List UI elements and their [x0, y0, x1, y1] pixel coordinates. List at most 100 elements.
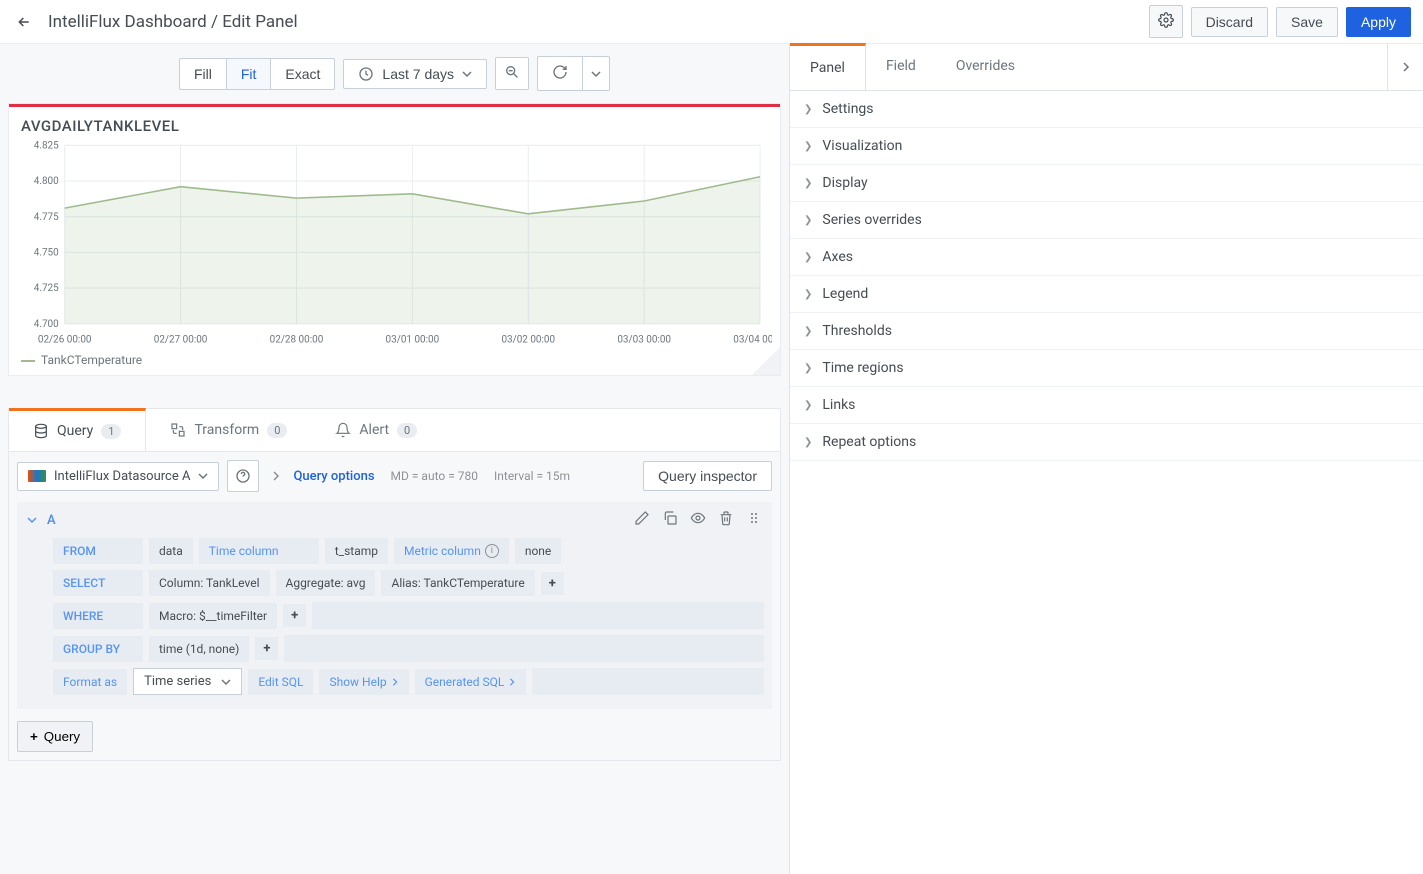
query-body: IntelliFlux Datasource A Query options M… — [8, 451, 781, 761]
tab-field[interactable]: Field — [866, 44, 936, 90]
database-icon — [33, 423, 49, 439]
svg-text:4.725: 4.725 — [34, 283, 59, 294]
from-table[interactable]: data — [149, 538, 193, 564]
legend-color-swatch — [21, 360, 35, 362]
chevron-right-icon: ❯ — [804, 104, 812, 115]
edit-sql-link[interactable]: Edit SQL — [248, 669, 313, 695]
section-repeat-options[interactable]: ❯Repeat options — [790, 424, 1423, 461]
section-label: Legend — [822, 286, 868, 302]
groupby-keyword: GROUP BY — [53, 636, 143, 662]
chevron-right-icon: ❯ — [804, 363, 812, 374]
metric-column-value[interactable]: none — [515, 538, 561, 564]
select-aggregate[interactable]: Aggregate: avg — [276, 570, 376, 596]
refresh-interval-dropdown[interactable] — [582, 56, 610, 91]
transform-icon — [170, 422, 186, 438]
query-tabs: Query 1 Transform 0 Alert 0 — [8, 408, 781, 451]
show-help-link[interactable]: Show Help — [319, 669, 408, 695]
top-header: IntelliFlux Dashboard / Edit Panel Disca… — [0, 0, 1423, 44]
section-series-overrides[interactable]: ❯Series overrides — [790, 202, 1423, 239]
datasource-help-button[interactable] — [227, 460, 259, 492]
time-column-value[interactable]: t_stamp — [325, 538, 388, 564]
where-add-button[interactable]: + — [283, 604, 306, 627]
section-label: Thresholds — [822, 323, 892, 339]
tab-query[interactable]: Query 1 — [9, 408, 146, 451]
format-spacer — [532, 668, 764, 695]
section-thresholds[interactable]: ❯Thresholds — [790, 313, 1423, 350]
groupby-add-button[interactable]: + — [255, 637, 278, 660]
view-mode-group: Fill Fit Exact — [179, 58, 335, 90]
refresh-button[interactable] — [537, 56, 582, 91]
tab-alert[interactable]: Alert 0 — [311, 409, 441, 451]
section-label: Series overrides — [822, 212, 921, 228]
where-macro[interactable]: Macro: $__timeFilter — [149, 603, 277, 629]
tab-transform-label: Transform — [194, 422, 259, 438]
chevron-down-icon[interactable] — [27, 515, 37, 525]
chevron-right-icon: ❯ — [804, 400, 812, 411]
panel-settings-button[interactable] — [1149, 5, 1183, 38]
section-legend[interactable]: ❯ Legend — [790, 276, 1423, 313]
toggle-query-visibility-icon[interactable] — [690, 510, 706, 530]
save-button[interactable]: Save — [1276, 7, 1338, 37]
duplicate-query-icon[interactable] — [662, 510, 678, 530]
drag-handle-icon[interactable] — [746, 510, 762, 530]
chevron-right-icon: ❯ — [804, 252, 812, 263]
tab-overrides[interactable]: Overrides — [936, 44, 1035, 90]
add-query-button[interactable]: + Query — [17, 721, 93, 752]
back-arrow-button[interactable] — [12, 10, 36, 34]
edit-query-icon[interactable] — [634, 510, 650, 530]
section-label: Axes — [822, 249, 853, 265]
time-column-label: Time column — [199, 538, 319, 564]
time-range-picker[interactable]: Last 7 days — [343, 59, 487, 89]
format-as-select[interactable]: Time series — [133, 668, 242, 695]
chevron-right-icon: ❯ — [804, 289, 812, 300]
query-inspector-button[interactable]: Query inspector — [643, 461, 772, 491]
section-links[interactable]: ❯ Links — [790, 387, 1423, 424]
info-icon[interactable]: i — [485, 544, 499, 558]
select-alias[interactable]: Alias: TankCTemperature — [381, 570, 534, 596]
collapse-panel-button[interactable] — [1387, 44, 1423, 90]
view-mode-exact[interactable]: Exact — [270, 58, 335, 90]
query-options-interval: Interval = 15m — [494, 469, 570, 483]
tab-panel[interactable]: Panel — [790, 43, 866, 90]
generated-sql-link[interactable]: Generated SQL — [415, 669, 527, 695]
section-label: Settings — [822, 101, 873, 117]
select-add-button[interactable]: + — [541, 572, 564, 595]
query-options-toggle[interactable]: Query options — [293, 469, 374, 484]
discard-button[interactable]: Discard — [1191, 7, 1268, 37]
from-keyword: FROM — [53, 538, 143, 564]
query-letter[interactable]: A — [47, 513, 56, 528]
section-time-regions[interactable]: ❯Time regions — [790, 350, 1423, 387]
svg-text:03/03 00:00: 03/03 00:00 — [617, 334, 671, 345]
section-axes[interactable]: ❯ Axes — [790, 239, 1423, 276]
section-label: Links — [822, 397, 855, 413]
zoom-out-button[interactable] — [495, 57, 529, 90]
groupby-value[interactable]: time (1d, none) — [149, 636, 249, 662]
chart-plot-area[interactable]: 4.7004.7254.7504.7754.8004.82502/26 00:0… — [9, 139, 780, 349]
datasource-select[interactable]: IntelliFlux Datasource A — [17, 462, 219, 491]
delete-query-icon[interactable] — [718, 510, 734, 530]
time-range-label: Last 7 days — [382, 66, 454, 82]
chevron-right-icon: ❯ — [804, 437, 812, 448]
preview-toolbar: Fill Fit Exact Last 7 days — [0, 44, 789, 103]
select-column[interactable]: Column: TankLevel — [149, 570, 270, 596]
section-label: Display — [822, 175, 867, 191]
section-settings[interactable]: ❯ Settings — [790, 91, 1423, 128]
svg-text:03/01 00:00: 03/01 00:00 — [386, 334, 440, 345]
left-panel: Fill Fit Exact Last 7 days — [0, 44, 789, 874]
tab-alert-count: 0 — [397, 423, 417, 438]
chevron-right-icon: ❯ — [804, 141, 812, 152]
chevron-down-icon — [198, 471, 208, 481]
resize-handle[interactable] — [752, 347, 780, 375]
chart-legend[interactable]: TankCTemperature — [9, 349, 780, 375]
apply-button[interactable]: Apply — [1346, 7, 1411, 37]
bell-icon — [335, 422, 351, 438]
tab-transform[interactable]: Transform 0 — [146, 409, 311, 451]
breadcrumb: IntelliFlux Dashboard / Edit Panel — [48, 12, 298, 32]
section-visualization[interactable]: ❯Visualization — [790, 128, 1423, 165]
svg-text:03/02 00:00: 03/02 00:00 — [501, 334, 555, 345]
chevron-down-icon — [221, 677, 231, 687]
section-display[interactable]: ❯Display — [790, 165, 1423, 202]
chart-panel: AVGDAILYTANKLEVEL 4.7004.7254.7504.7754.… — [8, 103, 781, 376]
view-mode-fill[interactable]: Fill — [179, 58, 226, 90]
view-mode-fit[interactable]: Fit — [226, 58, 271, 90]
